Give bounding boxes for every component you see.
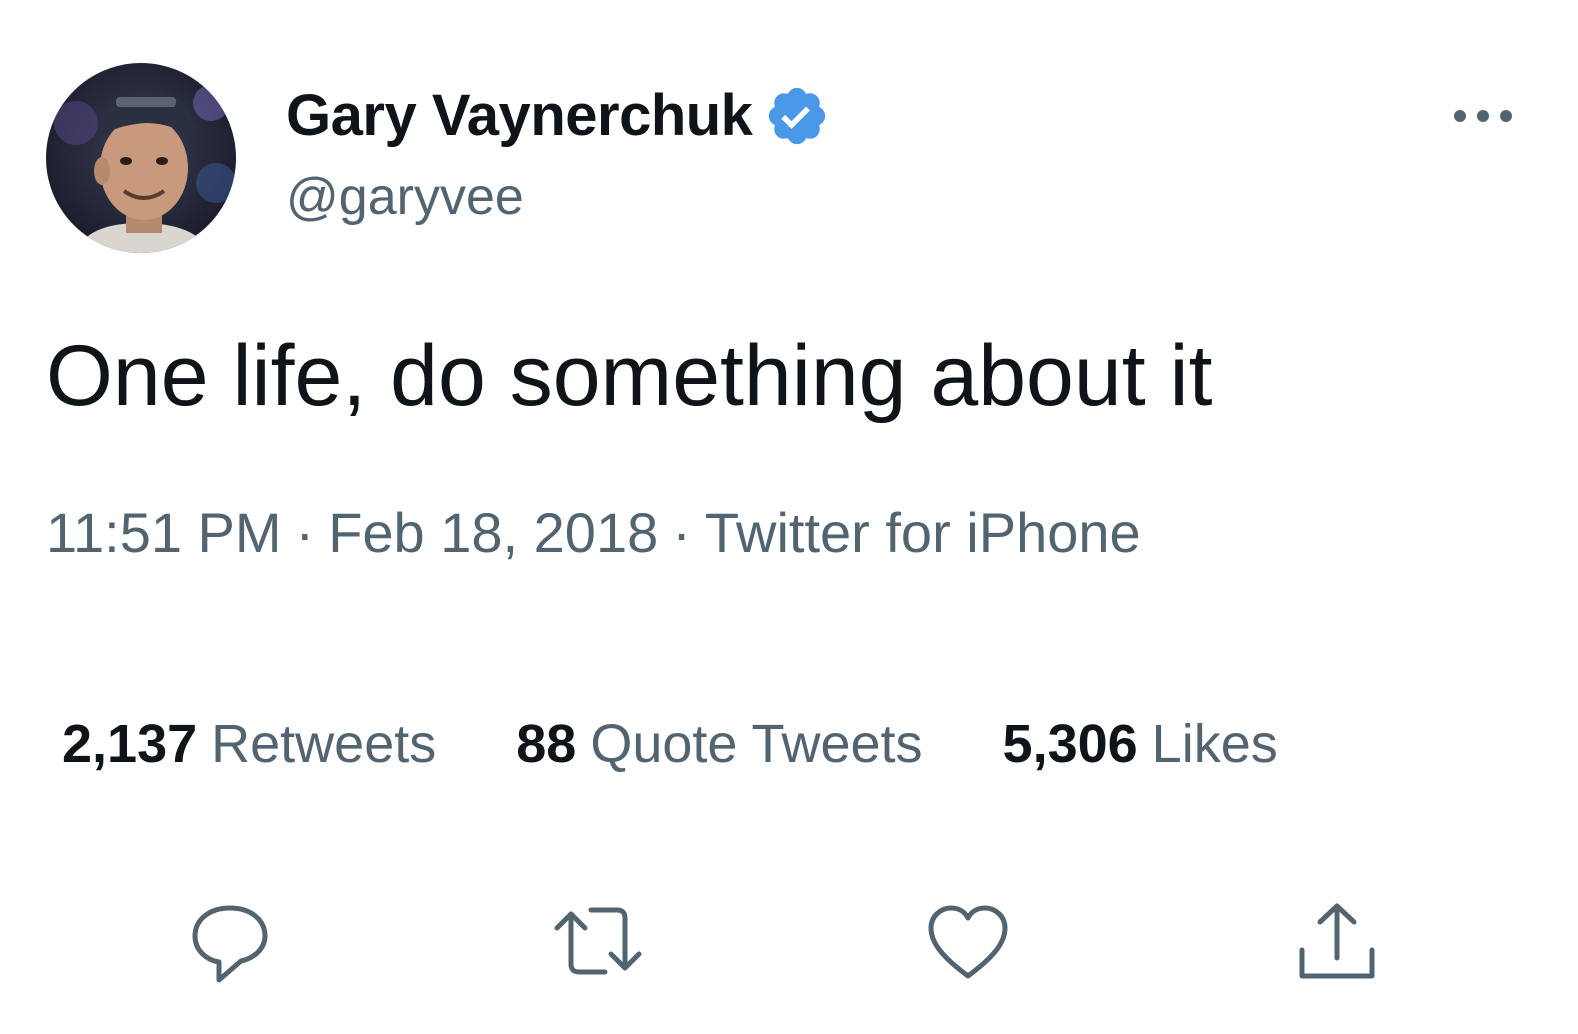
quote-tweets-count: 88 <box>516 714 577 774</box>
likes-count: 5,306 <box>1002 714 1138 774</box>
reply-icon <box>192 905 268 983</box>
retweets-stat[interactable]: 2,137 Retweets <box>62 712 436 776</box>
quote-tweets-label: Quote Tweets <box>590 714 923 774</box>
share-button[interactable] <box>1292 900 1382 990</box>
tweet-source[interactable]: Twitter for iPhone <box>705 501 1141 564</box>
share-icon <box>1299 903 1375 979</box>
user-handle[interactable]: @garyvee <box>286 166 524 228</box>
retweets-label: Retweets <box>211 714 437 774</box>
display-name[interactable]: Gary Vaynerchuk <box>286 82 830 150</box>
like-button[interactable] <box>923 900 1013 990</box>
verified-badge-icon <box>764 83 830 149</box>
retweets-count: 2,137 <box>62 714 198 774</box>
tweet-card: Gary Vaynerchuk @garyvee One life, do so… <box>0 0 1578 1034</box>
tweet-date[interactable]: Feb 18, 2018 <box>328 501 658 564</box>
avatar-image <box>54 85 236 253</box>
like-icon <box>928 905 1008 979</box>
display-name-text: Gary Vaynerchuk <box>286 83 753 148</box>
retweet-icon <box>554 907 642 975</box>
meta-separator: · <box>672 501 691 564</box>
tweet-actions <box>0 900 1578 990</box>
tweet-meta: 11:51 PM · Feb 18, 2018 · Twitter for iPhone <box>46 500 1141 566</box>
meta-separator: · <box>295 501 315 564</box>
more-options-icon[interactable] <box>1450 96 1516 136</box>
retweet-button[interactable] <box>553 900 643 990</box>
tweet-stats: 2,137 Retweets 88 Quote Tweets 5,306 Likes <box>62 712 1358 776</box>
reply-button[interactable] <box>185 900 275 990</box>
avatar[interactable] <box>46 63 236 253</box>
tweet-text: One life, do something about it <box>46 328 1213 424</box>
quote-tweets-stat[interactable]: 88 Quote Tweets <box>516 712 922 776</box>
likes-label: Likes <box>1151 714 1278 774</box>
tweet-time[interactable]: 11:51 PM <box>46 501 282 564</box>
likes-stat[interactable]: 5,306 Likes <box>1003 712 1278 776</box>
